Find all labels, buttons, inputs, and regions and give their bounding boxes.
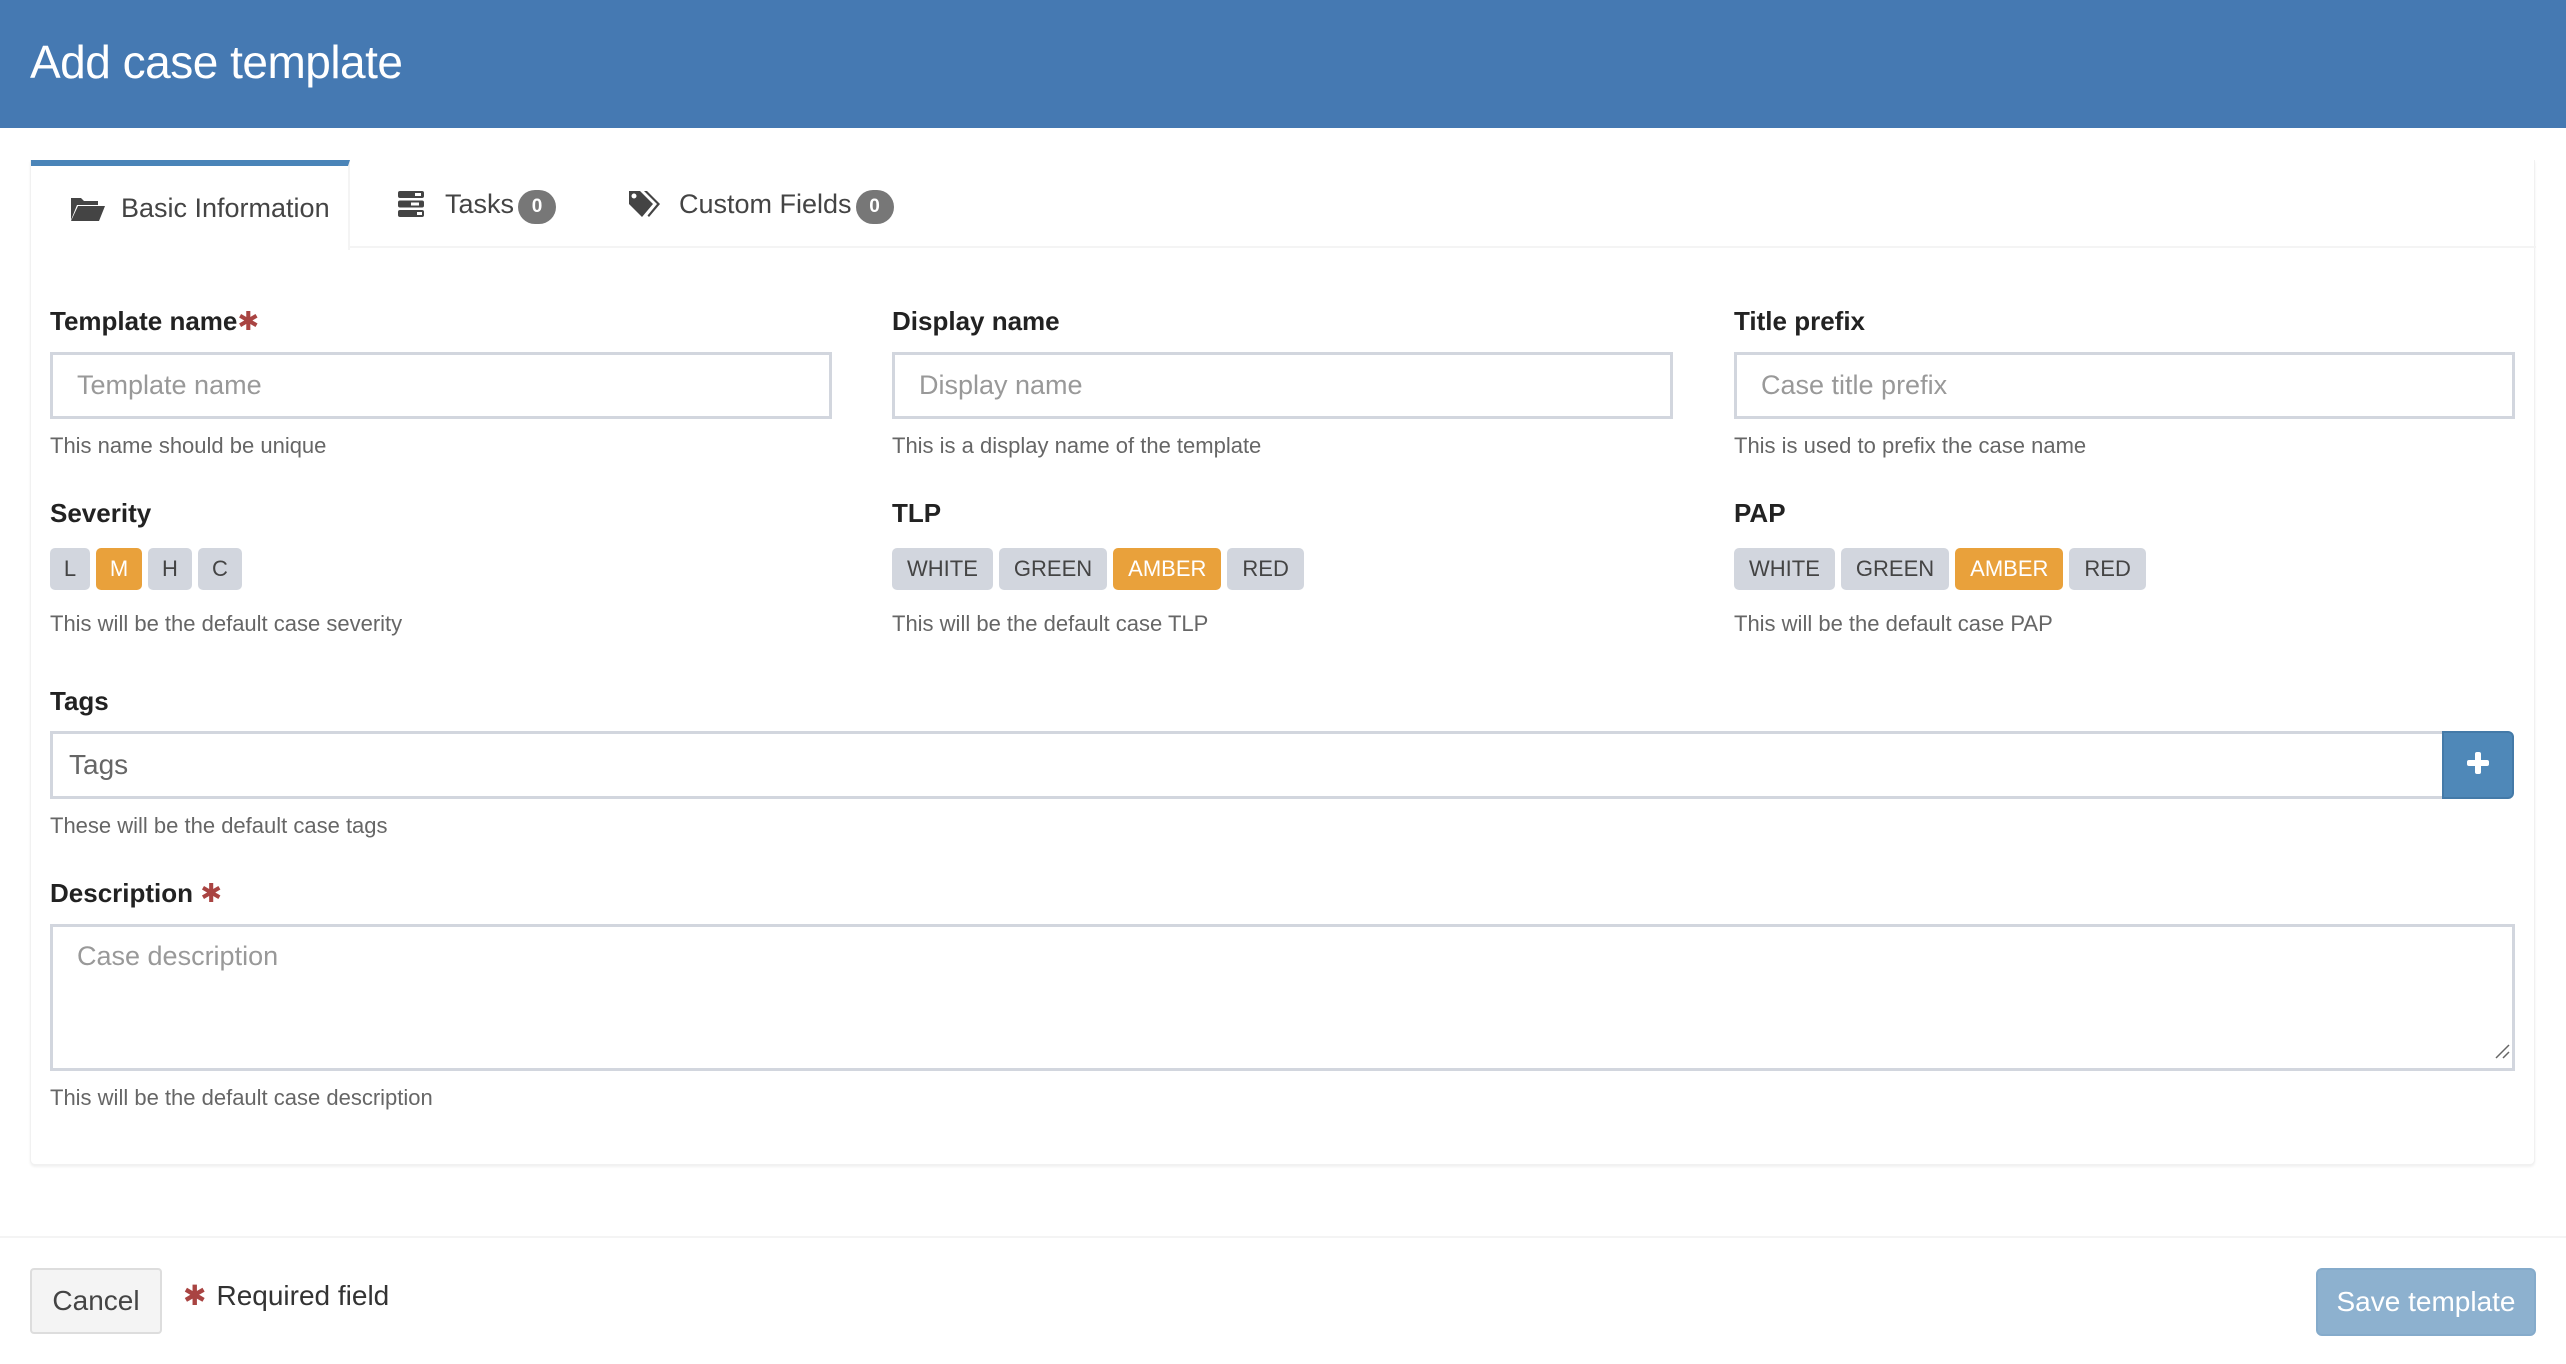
pap-option-green[interactable]: GREEN — [1840, 548, 1950, 590]
plus-icon — [2466, 751, 2490, 780]
tab-basic-information[interactable]: Basic Information — [31, 160, 350, 250]
required-field-text: Required field — [216, 1280, 390, 1311]
tab-bar: Basic Information Tasks 0 Custom Fields … — [31, 160, 2536, 250]
pap-help: This will be the default case PAP — [1734, 611, 2053, 636]
tab-label: Basic Information — [121, 192, 330, 223]
required-asterisk-icon: ✱ — [237, 306, 260, 336]
severity-label: Severity — [50, 498, 152, 528]
tlp-selector: WHITE GREEN AMBER RED — [892, 548, 1304, 590]
pap-label: PAP — [1734, 498, 1786, 528]
pap-option-red[interactable]: RED — [2069, 548, 2146, 590]
display-name-help: This is a display name of the template — [892, 433, 1262, 458]
description-textarea[interactable]: Case description — [50, 924, 2515, 1071]
tlp-option-white[interactable]: WHITE — [892, 548, 993, 590]
severity-help: This will be the default case severity — [50, 611, 403, 636]
severity-option-high[interactable]: H — [148, 548, 192, 590]
footer-divider — [0, 1236, 2566, 1238]
page-title: Add case template — [30, 36, 403, 88]
severity-selector: L M H C — [50, 548, 242, 590]
severity-option-medium[interactable]: M — [96, 548, 142, 590]
resize-handle-icon[interactable] — [2494, 1035, 2510, 1066]
title-prefix-help: This is used to prefix the case name — [1734, 433, 2087, 458]
tags-input[interactable]: Tags — [50, 731, 2443, 799]
tab-label: Custom Fields — [679, 188, 852, 219]
required-asterisk-icon: ✱ — [200, 878, 223, 908]
description-label: Description ✱ — [50, 877, 222, 909]
tlp-option-red[interactable]: RED — [1227, 548, 1304, 590]
tlp-option-amber[interactable]: AMBER — [1113, 548, 1222, 590]
pap-option-amber[interactable]: AMBER — [1955, 548, 2064, 590]
tab-label: Tasks — [445, 188, 515, 219]
tasks-count-badge: 0 — [518, 190, 557, 224]
severity-option-low[interactable]: L — [50, 548, 90, 590]
template-name-label: Template name✱ — [50, 305, 259, 337]
tab-tasks[interactable]: Tasks 0 — [391, 160, 601, 248]
save-template-button[interactable]: Save template — [2316, 1268, 2536, 1336]
required-asterisk-icon: ✱ — [183, 1280, 207, 1311]
tlp-label: TLP — [892, 498, 942, 528]
required-field-note: ✱ Required field — [183, 1276, 389, 1316]
description-label-text: Description — [50, 878, 194, 908]
tab-custom-fields[interactable]: Custom Fields 0 — [625, 160, 955, 248]
folder-open-icon — [67, 192, 107, 224]
tasks-icon — [391, 188, 431, 220]
description-help: This will be the default case descriptio… — [50, 1085, 433, 1110]
title-prefix-label: Title prefix — [1734, 306, 1866, 336]
description-placeholder: Case description — [77, 941, 279, 971]
tlp-help: This will be the default case TLP — [892, 611, 1209, 636]
pap-selector: WHITE GREEN AMBER RED — [1734, 548, 2146, 590]
template-name-label-text: Template name — [50, 306, 238, 336]
tags-label: Tags — [50, 686, 109, 716]
add-tag-button[interactable] — [2442, 731, 2514, 799]
tags-icon — [625, 188, 665, 220]
tags-help: These will be the default case tags — [50, 813, 388, 838]
template-name-input[interactable]: Template name — [50, 352, 832, 419]
pap-option-white[interactable]: WHITE — [1734, 548, 1835, 590]
tlp-option-green[interactable]: GREEN — [998, 548, 1108, 590]
page-header: Add case template — [0, 0, 2566, 128]
display-name-label: Display name — [892, 306, 1060, 336]
display-name-input[interactable]: Display name — [892, 352, 1673, 419]
title-prefix-input[interactable]: Case title prefix — [1734, 352, 2515, 419]
custom-fields-count-badge: 0 — [855, 190, 894, 224]
template-name-help: This name should be unique — [50, 433, 327, 458]
cancel-button[interactable]: Cancel — [30, 1268, 162, 1334]
severity-option-critical[interactable]: C — [198, 548, 242, 590]
